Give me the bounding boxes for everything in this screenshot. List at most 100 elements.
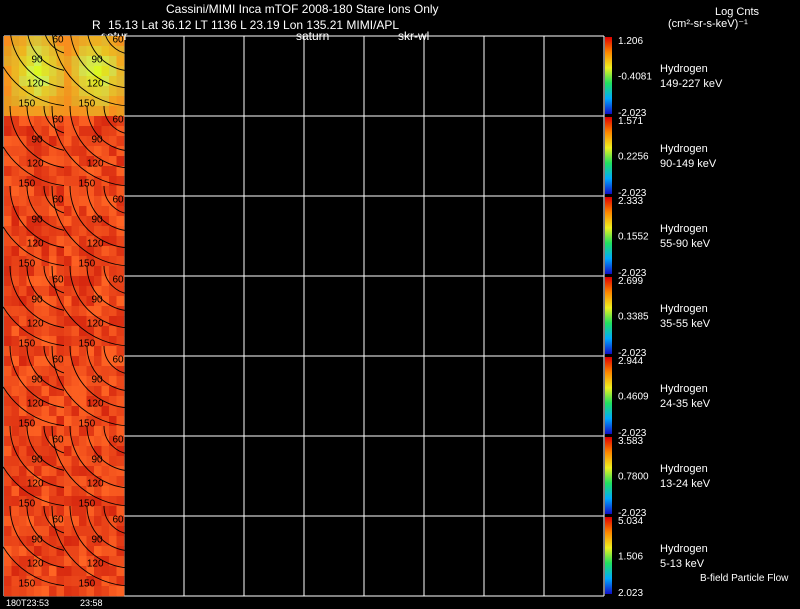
image-pixel	[19, 236, 27, 247]
energy-label: 5-13 keV	[660, 558, 705, 570]
image-cell-r5-c1: 6090120150	[51, 425, 133, 517]
image-pixel	[11, 246, 20, 257]
image-pixel	[49, 246, 57, 257]
image-pixel	[4, 46, 12, 57]
image-pixel	[94, 96, 102, 107]
image-pixel	[19, 556, 27, 567]
image-pixel	[109, 46, 117, 57]
image-pixel	[71, 326, 80, 337]
colorbar-0	[605, 37, 612, 114]
image-pixel	[11, 406, 20, 417]
image-pixel	[64, 386, 72, 397]
image-pixel	[94, 176, 102, 187]
image-pixel	[34, 546, 42, 557]
image-pixel	[79, 56, 87, 67]
image-pixel	[34, 96, 42, 107]
image-pixel	[4, 56, 12, 67]
colorbar-mid-label: 1.506	[618, 552, 643, 563]
image-pixel	[64, 416, 72, 427]
image-pixel	[64, 256, 72, 267]
image-pixel	[94, 506, 102, 517]
contour-label: 90	[91, 134, 103, 145]
image-pixel	[109, 166, 117, 177]
contour-label: 120	[87, 238, 104, 249]
image-pixel	[64, 216, 72, 227]
image-pixel	[94, 106, 102, 117]
image-pixel	[116, 296, 125, 307]
image-pixel	[19, 206, 27, 217]
image-pixel	[109, 376, 117, 387]
image-pixel	[4, 256, 12, 267]
image-pixel	[116, 476, 125, 487]
image-pixel	[49, 56, 57, 67]
image-pixel	[116, 306, 125, 317]
image-pixel	[4, 526, 12, 537]
image-pixel	[116, 216, 125, 227]
image-pixel	[64, 226, 72, 237]
image-pixel	[94, 186, 102, 197]
image-pixel	[109, 216, 117, 227]
image-pixel	[19, 316, 27, 327]
image-pixel	[4, 586, 12, 597]
image-pixel	[4, 96, 12, 107]
contour-label: 90	[91, 214, 103, 225]
image-pixel	[94, 416, 102, 427]
image-pixel	[34, 116, 42, 127]
image-pixel	[64, 326, 72, 337]
image-pixel	[101, 526, 110, 537]
image-pixel	[4, 466, 12, 477]
image-pixel	[116, 536, 125, 547]
image-cell-r0-c1: 6090120150	[51, 25, 133, 117]
species-label: Hydrogen	[660, 303, 708, 315]
image-pixel	[4, 126, 12, 137]
image-pixel	[49, 486, 57, 497]
image-pixel	[19, 286, 27, 297]
image-pixel	[64, 126, 72, 137]
image-pixel	[34, 436, 42, 447]
image-pixel	[4, 216, 12, 227]
image-pixel	[79, 356, 87, 367]
image-pixel	[49, 456, 57, 467]
colorbar-mid-label: -0.4081	[618, 72, 652, 83]
image-pixel	[26, 516, 35, 527]
image-pixel	[41, 446, 50, 457]
image-pixel	[4, 446, 12, 457]
image-pixel	[116, 66, 125, 77]
image-pixel	[41, 366, 50, 377]
image-pixel	[71, 466, 80, 477]
image-pixel	[79, 126, 87, 137]
image-pixel	[79, 476, 87, 487]
image-pixel	[56, 476, 65, 487]
colorbar-mid-label: 0.2256	[618, 152, 649, 163]
energy-label: 55-90 keV	[660, 238, 711, 250]
image-pixel	[109, 536, 117, 547]
image-pixel	[49, 216, 57, 227]
colorbar-mid-label: 0.3385	[618, 312, 649, 323]
colorbar-max-label: 1.571	[618, 116, 643, 127]
image-pixel	[79, 276, 87, 287]
contour-label: 60	[112, 194, 124, 205]
image-pixel	[64, 166, 72, 177]
energy-label: 24-35 keV	[660, 398, 711, 410]
image-pixel	[64, 86, 72, 97]
image-cell-r1-c0: 6090120150	[0, 105, 73, 197]
image-pixel	[4, 576, 12, 587]
image-pixel	[4, 546, 12, 557]
image-pixel	[116, 56, 125, 67]
image-pixel	[49, 326, 57, 337]
image-pixel	[94, 226, 102, 237]
image-pixel	[11, 486, 20, 497]
image-pixel	[109, 226, 117, 237]
contour-label: 120	[27, 478, 44, 489]
image-pixel	[64, 366, 72, 377]
contour-label: 120	[27, 558, 44, 569]
image-pixel	[109, 206, 117, 217]
image-pixel	[71, 146, 80, 157]
image-pixel	[11, 386, 20, 397]
image-pixel	[19, 136, 27, 147]
contour-label: 60	[112, 274, 124, 285]
image-pixel	[4, 166, 12, 177]
image-pixel	[4, 176, 12, 187]
contour-label: 120	[27, 158, 44, 169]
image-pixel	[64, 446, 72, 457]
